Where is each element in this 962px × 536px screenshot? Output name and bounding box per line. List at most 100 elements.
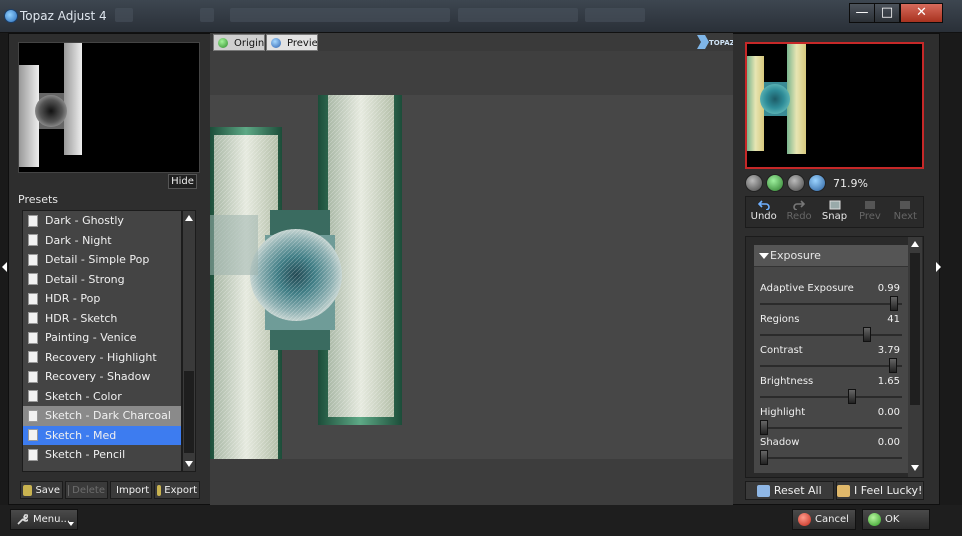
adjustment-scrollbar[interactable] [908, 237, 922, 477]
contrast-slider[interactable]: Contrast 3.79 [760, 345, 902, 375]
slider-track[interactable] [760, 334, 902, 336]
undo-button[interactable]: Undo [746, 197, 781, 227]
collapse-left-panel-icon[interactable] [2, 262, 7, 272]
zoom-level: 71.9% [833, 176, 868, 190]
scroll-up-icon[interactable] [911, 241, 919, 247]
document-icon [28, 214, 38, 227]
preset-item[interactable]: HDR - Sketch [23, 309, 181, 329]
preset-actions: Save Delete Import Export [20, 481, 200, 501]
slider-knob[interactable] [848, 389, 857, 404]
delete-preset-button[interactable]: Delete [65, 481, 108, 499]
original-icon [218, 38, 228, 48]
slider-knob[interactable] [889, 296, 898, 311]
slider-knob[interactable] [760, 450, 768, 465]
document-icon [28, 351, 38, 364]
scroll-down-icon[interactable] [911, 465, 919, 471]
maximize-button[interactable]: □ [874, 3, 900, 23]
preset-item[interactable]: Detail - Strong [23, 270, 181, 290]
preset-item[interactable]: Sketch - Color [23, 387, 181, 407]
shadow-slider[interactable]: Shadow 0.00 [760, 437, 902, 467]
menu-button[interactable]: Menu... [10, 509, 78, 530]
hide-button[interactable]: Hide [168, 174, 197, 189]
wrench-icon [17, 514, 28, 525]
background-taskbar-strip [458, 8, 578, 22]
slider-track[interactable] [760, 457, 902, 459]
slider-track[interactable] [760, 303, 902, 305]
bottom-bar: Menu... Cancel OK [0, 505, 962, 536]
preset-item[interactable]: Dark - Night [23, 231, 181, 251]
chevron-down-icon [68, 522, 74, 526]
scroll-down-icon[interactable] [185, 461, 193, 467]
preset-item-hovered[interactable]: Sketch - Dark Charcoal [23, 406, 181, 426]
preset-item[interactable]: Sketch - Pencil [23, 445, 181, 465]
redo-button[interactable]: Redo [781, 197, 816, 227]
feel-lucky-button[interactable]: I Feel Lucky! [835, 481, 924, 500]
document-icon [28, 253, 38, 266]
preset-item[interactable]: Recovery - Highlight [23, 348, 181, 368]
slider-knob[interactable] [863, 327, 872, 342]
preset-item[interactable]: Painting - Venice [23, 328, 181, 348]
brightness-slider[interactable]: Brightness 1.65 [760, 376, 902, 406]
document-icon [28, 409, 38, 422]
document-icon [28, 312, 38, 325]
title-bar: Topaz Adjust 4 — □ ✕ [0, 0, 962, 33]
delete-icon [68, 484, 70, 496]
tab-original[interactable]: Original [213, 34, 265, 51]
document-icon [28, 448, 38, 461]
scroll-up-icon[interactable] [185, 215, 193, 221]
right-actions: Reset All I Feel Lucky! [745, 481, 924, 501]
prev-button[interactable]: Prev [852, 197, 887, 227]
dice-icon [837, 484, 851, 497]
zoom-in-icon[interactable] [766, 174, 784, 192]
minimize-button[interactable]: — [849, 3, 875, 23]
cancel-button[interactable]: Cancel [792, 509, 856, 530]
preset-item[interactable]: Detail - Simple Pop [23, 250, 181, 270]
preview-image[interactable] [210, 95, 733, 459]
exposure-section-header[interactable]: Exposure [754, 245, 908, 267]
export-preset-button[interactable]: Export [154, 481, 200, 499]
collapse-triangle-icon [759, 253, 769, 259]
zoom-controls: 71.9% [745, 173, 868, 193]
tab-preview[interactable]: Preview [266, 34, 318, 51]
window-title: Topaz Adjust 4 [20, 9, 107, 23]
slider-track[interactable] [760, 365, 902, 367]
document-icon [28, 429, 38, 442]
slider-track[interactable] [760, 427, 902, 429]
svg-text:TOPAZ: TOPAZ [709, 39, 733, 47]
adaptive-exposure-slider[interactable]: Adaptive Exposure 0.99 [760, 283, 902, 313]
left-panel: Hide Presets Dark - Ghostly Dark - Night… [10, 34, 202, 504]
reset-all-button[interactable]: Reset All [745, 481, 834, 500]
collapse-right-panel-icon[interactable] [936, 262, 941, 272]
highlight-slider[interactable]: Highlight 0.00 [760, 407, 902, 437]
navigator-thumbnail[interactable] [745, 42, 924, 169]
slider-knob[interactable] [888, 358, 897, 373]
preview-icon [271, 38, 281, 48]
close-button[interactable]: ✕ [900, 3, 943, 23]
scroll-thumb[interactable] [184, 371, 194, 453]
zoom-actual-size-icon[interactable] [808, 174, 826, 192]
scroll-thumb[interactable] [910, 253, 920, 405]
import-preset-button[interactable]: Import [110, 481, 153, 499]
save-preset-button[interactable]: Save [20, 481, 63, 499]
ok-button[interactable]: OK [862, 509, 930, 530]
document-icon [28, 273, 38, 286]
preset-thumbnail [18, 42, 200, 173]
next-button[interactable]: Next [888, 197, 923, 227]
slider-knob[interactable] [760, 420, 768, 435]
topaz-logo: TOPAZ [695, 33, 735, 51]
document-icon [28, 331, 38, 344]
preset-item[interactable]: Dark - Ghostly [23, 211, 181, 231]
reset-icon [756, 484, 770, 497]
document-icon [28, 390, 38, 403]
preset-item[interactable]: HDR - Pop [23, 289, 181, 309]
preset-item-selected[interactable]: Sketch - Med [23, 425, 181, 445]
snap-button[interactable]: Snap [817, 197, 852, 227]
preset-scrollbar[interactable] [182, 210, 196, 472]
undo-icon [757, 200, 770, 210]
zoom-out-icon[interactable] [745, 174, 763, 192]
preset-item[interactable]: Recovery - Shadow [23, 367, 181, 387]
regions-slider[interactable]: Regions 41 [760, 314, 902, 344]
slider-track[interactable] [760, 396, 902, 398]
zoom-fit-icon[interactable] [787, 174, 805, 192]
redo-icon [793, 200, 806, 210]
